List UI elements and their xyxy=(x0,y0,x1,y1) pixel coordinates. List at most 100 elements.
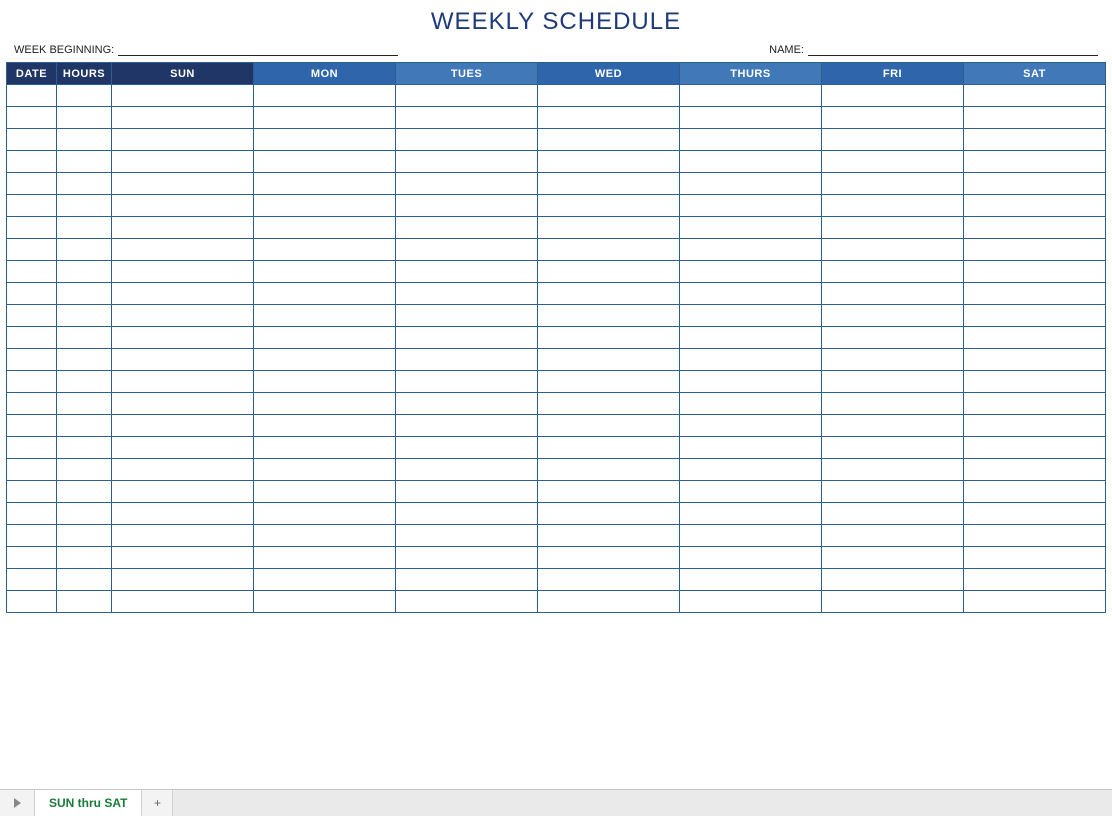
cell[interactable] xyxy=(112,393,254,415)
cell[interactable] xyxy=(254,129,396,151)
cell[interactable] xyxy=(254,349,396,371)
cell[interactable] xyxy=(57,195,112,217)
cell[interactable] xyxy=(396,459,538,481)
cell[interactable] xyxy=(680,415,822,437)
cell[interactable] xyxy=(254,503,396,525)
cell[interactable] xyxy=(822,217,964,239)
cell[interactable] xyxy=(254,371,396,393)
cell[interactable] xyxy=(822,569,964,591)
cell[interactable] xyxy=(538,261,680,283)
cell[interactable] xyxy=(254,195,396,217)
cell[interactable] xyxy=(254,393,396,415)
cell[interactable] xyxy=(396,327,538,349)
cell[interactable] xyxy=(7,547,57,569)
cell[interactable] xyxy=(112,525,254,547)
cell[interactable] xyxy=(112,547,254,569)
cell[interactable] xyxy=(964,261,1106,283)
cell[interactable] xyxy=(7,349,57,371)
cell[interactable] xyxy=(112,503,254,525)
cell[interactable] xyxy=(7,195,57,217)
cell[interactable] xyxy=(822,591,964,613)
cell[interactable] xyxy=(112,151,254,173)
cell[interactable] xyxy=(7,283,57,305)
cell[interactable] xyxy=(964,217,1106,239)
cell[interactable] xyxy=(964,85,1106,107)
cell[interactable] xyxy=(57,239,112,261)
cell[interactable] xyxy=(57,349,112,371)
cell[interactable] xyxy=(680,525,822,547)
cell[interactable] xyxy=(112,129,254,151)
cell[interactable] xyxy=(57,261,112,283)
cell[interactable] xyxy=(57,107,112,129)
cell[interactable] xyxy=(538,305,680,327)
cell[interactable] xyxy=(538,129,680,151)
cell[interactable] xyxy=(680,503,822,525)
cell[interactable] xyxy=(538,503,680,525)
cell[interactable] xyxy=(822,393,964,415)
cell[interactable] xyxy=(964,591,1106,613)
cell[interactable] xyxy=(254,85,396,107)
cell[interactable] xyxy=(822,283,964,305)
cell[interactable] xyxy=(112,173,254,195)
cell[interactable] xyxy=(254,547,396,569)
cell[interactable] xyxy=(964,481,1106,503)
tab-nav-button[interactable] xyxy=(0,790,35,816)
cell[interactable] xyxy=(7,151,57,173)
cell[interactable] xyxy=(822,525,964,547)
cell[interactable] xyxy=(7,129,57,151)
cell[interactable] xyxy=(7,591,57,613)
cell[interactable] xyxy=(822,503,964,525)
cell[interactable] xyxy=(112,261,254,283)
cell[interactable] xyxy=(7,437,57,459)
cell[interactable] xyxy=(396,305,538,327)
cell[interactable] xyxy=(680,569,822,591)
cell[interactable] xyxy=(7,569,57,591)
cell[interactable] xyxy=(822,437,964,459)
cell[interactable] xyxy=(57,151,112,173)
cell[interactable] xyxy=(396,261,538,283)
cell[interactable] xyxy=(396,525,538,547)
cell[interactable] xyxy=(254,525,396,547)
cell[interactable] xyxy=(964,151,1106,173)
cell[interactable] xyxy=(538,459,680,481)
cell[interactable] xyxy=(538,85,680,107)
cell[interactable] xyxy=(964,239,1106,261)
cell[interactable] xyxy=(680,239,822,261)
cell[interactable] xyxy=(964,525,1106,547)
cell[interactable] xyxy=(680,437,822,459)
cell[interactable] xyxy=(538,195,680,217)
cell[interactable] xyxy=(112,415,254,437)
cell[interactable] xyxy=(254,173,396,195)
cell[interactable] xyxy=(680,107,822,129)
cell[interactable] xyxy=(112,217,254,239)
cell[interactable] xyxy=(396,283,538,305)
cell[interactable] xyxy=(7,217,57,239)
cell[interactable] xyxy=(680,151,822,173)
cell[interactable] xyxy=(112,327,254,349)
cell[interactable] xyxy=(822,85,964,107)
cell[interactable] xyxy=(538,107,680,129)
cell[interactable] xyxy=(254,481,396,503)
cell[interactable] xyxy=(680,195,822,217)
name-input[interactable] xyxy=(808,42,1098,56)
cell[interactable] xyxy=(822,349,964,371)
cell[interactable] xyxy=(7,393,57,415)
cell[interactable] xyxy=(822,195,964,217)
cell[interactable] xyxy=(396,547,538,569)
cell[interactable] xyxy=(538,349,680,371)
cell[interactable] xyxy=(254,261,396,283)
cell[interactable] xyxy=(822,173,964,195)
cell[interactable] xyxy=(7,327,57,349)
cell[interactable] xyxy=(57,591,112,613)
cell[interactable] xyxy=(254,151,396,173)
cell[interactable] xyxy=(7,525,57,547)
cell[interactable] xyxy=(396,129,538,151)
cell[interactable] xyxy=(396,173,538,195)
cell[interactable] xyxy=(538,591,680,613)
cell[interactable] xyxy=(7,107,57,129)
cell[interactable] xyxy=(57,129,112,151)
cell[interactable] xyxy=(680,173,822,195)
cell[interactable] xyxy=(396,107,538,129)
cell[interactable] xyxy=(964,569,1106,591)
cell[interactable] xyxy=(396,195,538,217)
